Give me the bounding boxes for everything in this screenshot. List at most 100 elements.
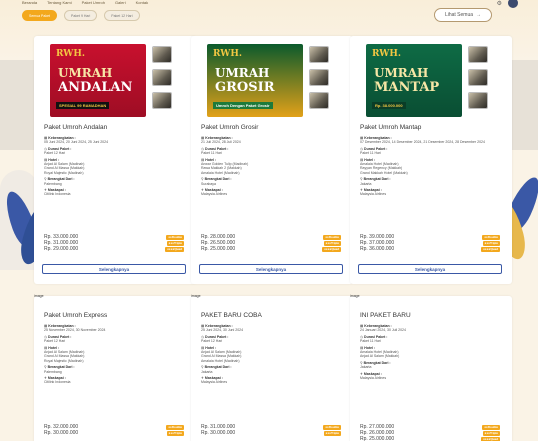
- price-list: Rp. 39.000.000 ●●Double Rp. 37.000.000 ●●●T…: [360, 234, 500, 252]
- room-type-label: Triple: [330, 431, 339, 435]
- details-button[interactable]: Selengkapnya: [358, 264, 502, 274]
- banner-title-2: MANTAP: [374, 80, 440, 95]
- details-button[interactable]: Selengkapnya: [42, 264, 186, 274]
- thumbnail[interactable]: [309, 69, 329, 86]
- banner-title-1: UMRAH: [374, 66, 429, 80]
- nav-link[interactable]: Galeri: [115, 0, 126, 5]
- room-type-badge: ●●●Triple: [323, 240, 341, 246]
- package-title: PAKET BARU COBA: [201, 312, 262, 319]
- room-type-label: Quad: [174, 247, 182, 251]
- departure-city-label: Berangkat Dari :: [204, 365, 232, 370]
- broken-image-label: image: [191, 294, 201, 298]
- airline-icon: ✈: [360, 188, 363, 193]
- airline: ✈ Maskapai : Malaysia Airlines: [201, 376, 341, 385]
- thumbnail[interactable]: [309, 92, 329, 109]
- avatar[interactable]: [508, 0, 518, 8]
- airline-icon: ✈: [44, 376, 47, 381]
- thumbnail[interactable]: [309, 46, 329, 63]
- tab-12-days[interactable]: Paket 12 Hari: [104, 10, 140, 21]
- package-card: RWH. UMRAH ANDALAN SPESIAL 99 RAMADHAN Paket…: [34, 36, 196, 284]
- room-type-label: Double: [328, 425, 339, 429]
- tab-all-packages[interactable]: Semua Paket: [22, 10, 58, 21]
- thumbnail[interactable]: [152, 92, 172, 109]
- airline-icon: ✈: [201, 188, 204, 193]
- duration-label: Durasi Paket :: [205, 334, 229, 339]
- departure-date-label: Keberangkatan :: [205, 136, 233, 140]
- departure-date: ▦ Keberangkatan :21 Juli 2024, 28 Juli 2…: [201, 136, 341, 145]
- price-row: Rp. 36.000.000 ●●●●Quad: [360, 246, 500, 252]
- package-details: ▦ Keberangkatan :25 Juni 2024, 30 Juni 2…: [201, 324, 341, 387]
- duration: ◷ Durasi Paket : Paket 12 Hari: [44, 335, 184, 344]
- see-all-button[interactable]: Lihat Semua →: [434, 8, 492, 22]
- nav-link[interactable]: Paket Umroh: [82, 0, 105, 5]
- room-type-label: Quad: [490, 247, 498, 251]
- thumbnail[interactable]: [468, 92, 488, 109]
- duration: ◷ Durasi Paket : Paket 12 Hari: [201, 335, 341, 344]
- room-type-badge: ●●●Triple: [482, 240, 500, 246]
- settings-icon[interactable]: ⚙: [497, 0, 502, 7]
- airline: ✈ Maskapai : Citilink Indonesia: [44, 188, 184, 197]
- package-details: ▦ Keberangkatan :25 November 2024, 30 No…: [44, 324, 184, 387]
- tab-9-days[interactable]: Paket 9 Hari: [64, 10, 98, 21]
- price-list: Rp. 28.000.000 ●●Double Rp. 26.500.000 ●●●T…: [201, 234, 341, 252]
- nav-link[interactable]: Tentang Kami: [47, 0, 71, 5]
- package-card: RWH. UMRAH GROSIR Umroh Dengan Paket Grosir…: [191, 36, 353, 284]
- hotel-value: Amalaia Hotel (Madinah): [201, 358, 240, 363]
- room-type-label: Double: [487, 425, 498, 429]
- departure-date-icon: ▦: [201, 324, 205, 328]
- package-details: ▦ Keberangkatan :24 Januari 2024, 30 Jul…: [360, 324, 500, 382]
- package-banner[interactable]: RWH. UMRAH GROSIR Umroh Dengan Paket Grosir: [207, 44, 303, 117]
- departure-date-value: 25 November 2024, 30 November 2024: [44, 328, 106, 333]
- price-value: Rp. 25.000.000: [360, 436, 395, 441]
- nav-link[interactable]: Beranda: [22, 0, 37, 5]
- thumbnail[interactable]: [152, 69, 172, 86]
- room-type-label: Double: [328, 235, 339, 239]
- room-type-badge: ●●Double: [166, 234, 184, 240]
- departure-city-icon: ⚲: [360, 360, 363, 365]
- broken-image-label: image: [34, 294, 44, 298]
- departure-date-icon: ▦: [44, 324, 48, 328]
- package-banner[interactable]: RWH. UMRAH ANDALAN SPESIAL 99 RAMADHAN: [50, 44, 146, 117]
- room-type-badge: ●●Double: [166, 424, 184, 430]
- departure-city-label: Berangkat Dari :: [363, 177, 391, 182]
- duration-label: Durasi Paket :: [48, 146, 72, 151]
- package-title: Paket Umroh Grosir: [201, 124, 259, 131]
- departure-date-value: 05 Juni 2024, 20 Juni 2024, 25 Juni 2024: [44, 140, 109, 145]
- see-all-label: Lihat Semua: [444, 12, 474, 18]
- departure-city: ⚲ Berangkat Dari : Palembang: [44, 365, 184, 374]
- banner-title-2: GROSIR: [215, 80, 275, 95]
- price-list: Rp. 31.000.000 ●●Double Rp. 30.000.000 ●●●T…: [201, 424, 341, 436]
- price-value: Rp. 36.000.000: [360, 246, 395, 252]
- banner-title-2: ANDALAN: [58, 80, 133, 95]
- room-type-label: Triple: [173, 241, 182, 245]
- room-type-badge: ●●●●Quad: [165, 246, 184, 252]
- hotel-label: Hotel :: [205, 345, 217, 350]
- airline-icon: ✈: [201, 376, 204, 381]
- details-button[interactable]: Selengkapnya: [199, 264, 343, 274]
- airline-value: Malaysia Airlines: [360, 192, 387, 197]
- hotel-icon: ▤: [360, 345, 364, 350]
- banner-title-1: UMRAH: [58, 66, 113, 80]
- package-banner[interactable]: RWH. UMRAH MANTAP Rp. 38.000.000: [366, 44, 462, 117]
- airline-value: Malaysia Airlines: [201, 192, 228, 197]
- nav-link[interactable]: Kontak: [136, 0, 148, 5]
- package-card: PAKET BARU COBA ▦ Keberangkatan :25 Juni …: [191, 296, 353, 441]
- thumbnail[interactable]: [152, 46, 172, 63]
- hotel: ▤ Hotel : Anjad Al Salam (Madinah) Grand A…: [44, 158, 184, 176]
- duration-value: Paket 12 Hari: [44, 339, 66, 344]
- banner-tagline: Rp. 38.000.000: [372, 102, 406, 109]
- airline-label: Maskapai :: [47, 376, 66, 381]
- departure-city: ⚲ Berangkat Dari : Jakarta: [360, 177, 500, 186]
- thumbnail-list: [468, 46, 490, 109]
- duration: ◷ Durasi Paket : Paket 11 Hari: [360, 335, 500, 344]
- thumbnail[interactable]: [468, 46, 488, 63]
- hotel-value: Anjad Al Salam (Makkah): [360, 354, 400, 359]
- banner-logo: RWH.: [372, 49, 402, 59]
- price-row: Rp. 30.000.000 ●●●Triple: [44, 430, 184, 436]
- price-value: Rp. 25.000.000: [201, 246, 236, 252]
- room-type-label: Quad: [331, 247, 339, 251]
- thumbnail[interactable]: [468, 69, 488, 86]
- departure-city-label: Berangkat Dari :: [47, 365, 75, 370]
- hotel-value: Amalaia Hotel (Madinah): [201, 170, 240, 175]
- room-type-badge: ●●Double: [482, 424, 500, 430]
